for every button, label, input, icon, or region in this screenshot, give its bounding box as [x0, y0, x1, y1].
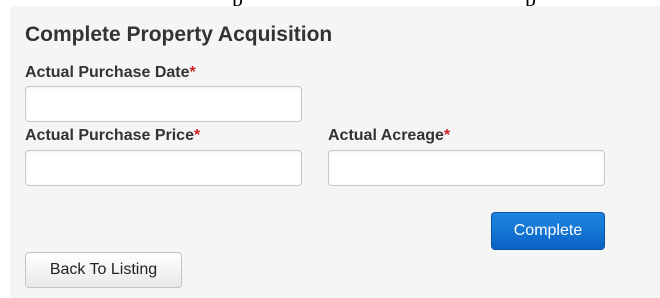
- complete-button[interactable]: Complete: [491, 212, 605, 250]
- required-marker: *: [193, 127, 201, 144]
- purchase-price-label-text: Actual Purchase Price: [25, 127, 194, 144]
- purchase-date-input[interactable]: [25, 86, 302, 122]
- acreage-input[interactable]: [328, 150, 605, 186]
- form-title: Complete Property Acquisition: [25, 23, 333, 46]
- back-to-listing-button[interactable]: Back To Listing: [25, 252, 182, 288]
- purchase-price-input[interactable]: [25, 150, 302, 186]
- required-marker: *: [443, 127, 451, 144]
- acreage-label-text: Actual Acreage: [328, 127, 444, 144]
- purchase-date-label-text: Actual Purchase Date: [25, 64, 190, 81]
- purchase-date-label: Actual Purchase Date*: [25, 64, 196, 82]
- required-marker: *: [189, 64, 196, 81]
- acreage-label: Actual Acreage*: [328, 127, 450, 145]
- purchase-price-label: Actual Purchase Price*: [25, 127, 200, 145]
- acquisition-form-panel: Complete Property Acquisition Actual Pur…: [10, 6, 660, 298]
